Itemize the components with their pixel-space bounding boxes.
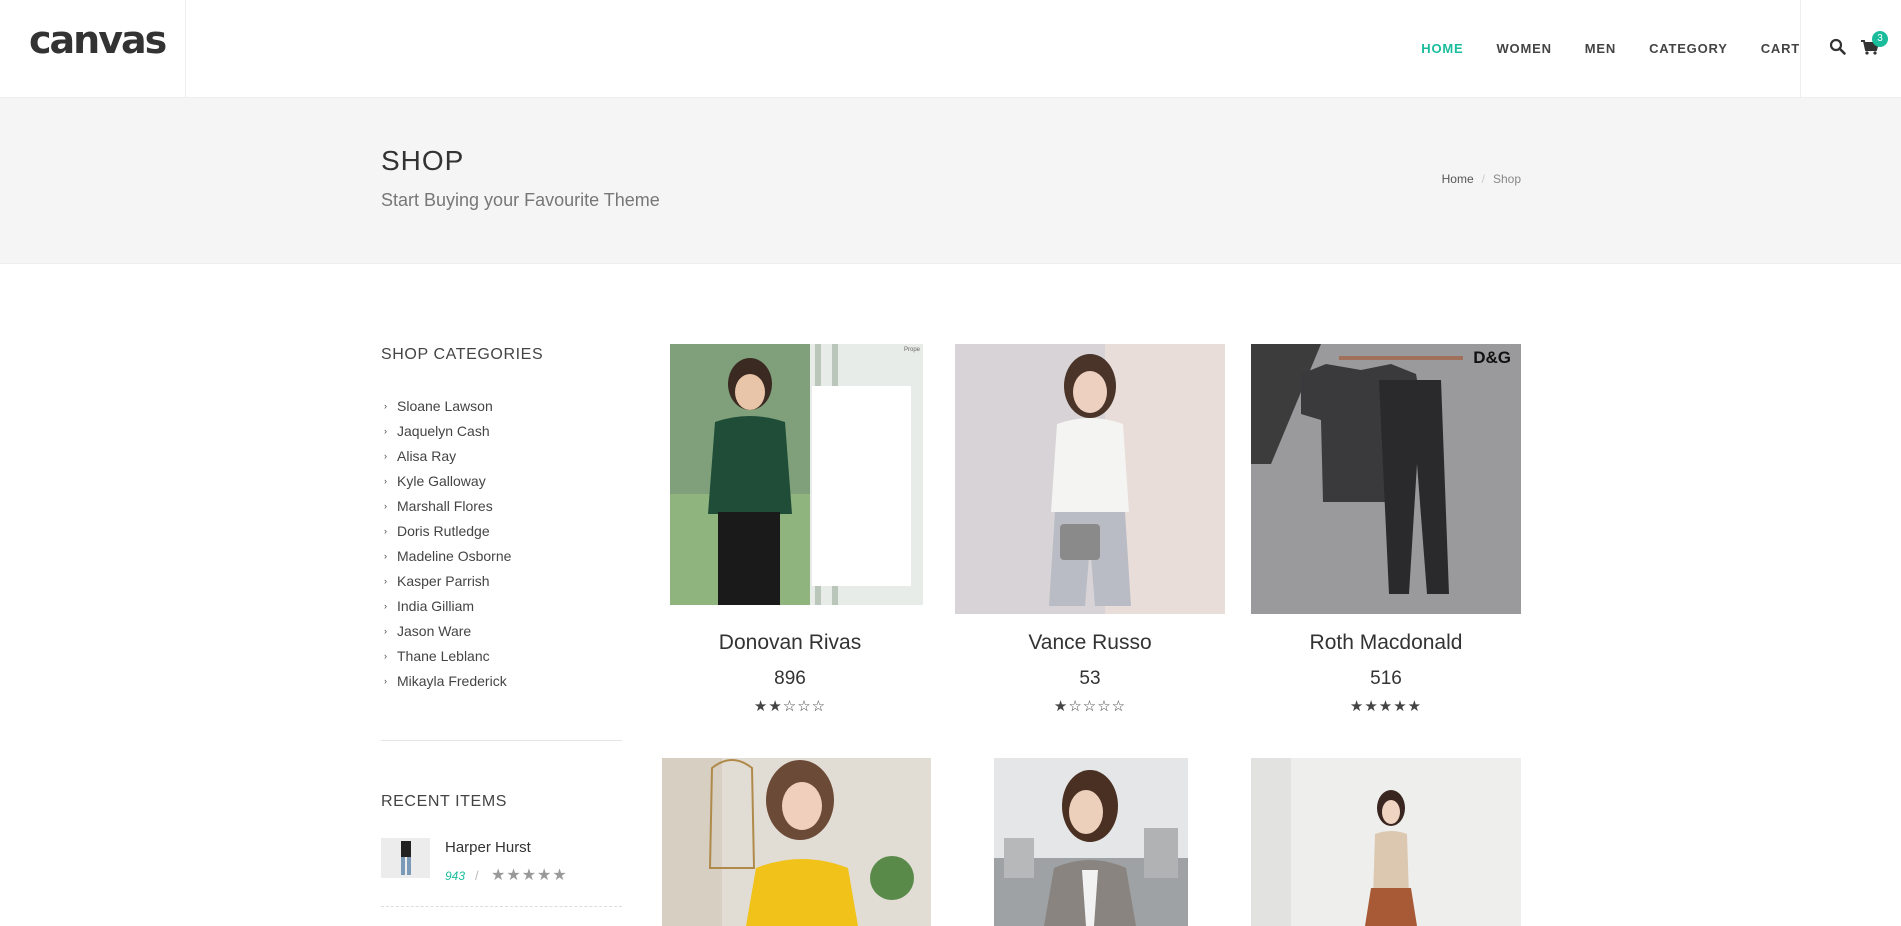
- category-label[interactable]: Thane Leblanc: [397, 648, 490, 664]
- product-rating-stars: ★★★★★: [1349, 698, 1423, 715]
- category-label[interactable]: Sloane Lawson: [397, 398, 493, 414]
- page-title: SHOP: [381, 145, 465, 176]
- chevron-right-icon: ›: [384, 525, 387, 536]
- chevron-right-icon: ›: [384, 650, 387, 661]
- cart-count-badge: 3: [1872, 31, 1888, 47]
- chevron-right-icon: ›: [384, 600, 387, 611]
- recent-item-divider: [381, 906, 622, 907]
- chevron-right-icon: ›: [384, 425, 387, 436]
- recent-item-separator: /: [475, 868, 479, 883]
- nav-men[interactable]: MEN: [1585, 41, 1616, 56]
- category-item[interactable]: › Marshall Flores: [381, 493, 511, 518]
- recent-item-thumbnail[interactable]: [381, 838, 430, 878]
- page-title-section: SHOP Start Buying your Favourite Theme H…: [0, 98, 1901, 264]
- category-label[interactable]: Madeline Osborne: [397, 548, 511, 564]
- breadcrumb-current: Shop: [1492, 172, 1521, 186]
- product-image-label: Prope: [903, 347, 920, 353]
- category-label[interactable]: India Gilliam: [397, 598, 474, 614]
- breadcrumb-home[interactable]: Home: [1442, 172, 1474, 186]
- category-item[interactable]: › Kyle Galloway: [381, 468, 511, 493]
- product-card: [1251, 758, 1521, 926]
- logo[interactable]: canvas: [0, 0, 186, 97]
- nav-category[interactable]: CATEGORY: [1649, 41, 1728, 56]
- recent-item-rating-stars: ★★★★★: [491, 867, 568, 884]
- product-image[interactable]: [994, 758, 1188, 926]
- product-card: [955, 758, 1225, 926]
- product-image[interactable]: D&G: [1251, 344, 1521, 614]
- chevron-right-icon: ›: [384, 575, 387, 586]
- category-label[interactable]: Mikayla Frederick: [397, 673, 507, 689]
- chevron-right-icon: ›: [384, 500, 387, 511]
- shop-categories-title: SHOP CATEGORIES: [381, 346, 544, 363]
- category-label[interactable]: Jaquelyn Cash: [397, 423, 490, 439]
- category-item[interactable]: › Jaquelyn Cash: [381, 418, 511, 443]
- chevron-right-icon: ›: [384, 625, 387, 636]
- category-item[interactable]: › Thane Leblanc: [381, 643, 511, 668]
- product-card: Vance Russo 53 ★☆☆☆☆: [955, 344, 1225, 720]
- product-name[interactable]: Vance Russo: [955, 631, 1225, 655]
- page-subtitle: Start Buying your Favourite Theme: [381, 190, 660, 210]
- header-tools: 3: [1800, 0, 1901, 97]
- category-item[interactable]: › Kasper Parrish: [381, 568, 511, 593]
- category-item[interactable]: › Jason Ware: [381, 618, 511, 643]
- chevron-right-icon: ›: [384, 475, 387, 486]
- category-label[interactable]: Kyle Galloway: [397, 473, 486, 489]
- product-image[interactable]: Prope: [670, 344, 923, 605]
- product-price: 896: [774, 668, 806, 689]
- site-header: canvas HOME WOMEN MEN CATEGORY CART 3: [0, 0, 1901, 98]
- recent-item-name[interactable]: Harper Hurst: [445, 839, 531, 856]
- product-image-label: D&G: [1473, 348, 1511, 367]
- category-item[interactable]: › India Gilliam: [381, 593, 511, 618]
- recent-items-title: RECENT ITEMS: [381, 793, 508, 810]
- category-label[interactable]: Alisa Ray: [397, 448, 456, 464]
- product-image[interactable]: [955, 344, 1225, 614]
- category-item[interactable]: › Alisa Ray: [381, 443, 511, 468]
- product-card: [655, 758, 935, 926]
- sidebar-divider: [381, 740, 622, 741]
- category-label[interactable]: Doris Rutledge: [397, 523, 490, 539]
- chevron-right-icon: ›: [384, 400, 387, 411]
- category-label[interactable]: Marshall Flores: [397, 498, 493, 514]
- nav-women[interactable]: WOMEN: [1496, 41, 1551, 56]
- product-rating-stars: ★☆☆☆☆: [1053, 698, 1127, 715]
- product-price: 53: [1079, 668, 1101, 689]
- chevron-right-icon: ›: [384, 675, 387, 686]
- recent-item-price: 943: [445, 869, 466, 883]
- primary-menu: HOME WOMEN MEN CATEGORY CART: [1388, 0, 1800, 97]
- category-item[interactable]: › Sloane Lawson: [381, 393, 511, 418]
- nav-home[interactable]: HOME: [1421, 41, 1463, 56]
- logo-text[interactable]: canvas: [29, 18, 167, 62]
- recent-item: Harper Hurst 943 / ★★★★★: [381, 838, 622, 908]
- product-rating-stars: ★★☆☆☆: [753, 698, 827, 715]
- breadcrumb: Home / Shop: [1442, 172, 1521, 186]
- nav-cart[interactable]: CART: [1761, 41, 1800, 56]
- category-item[interactable]: › Madeline Osborne: [381, 543, 511, 568]
- product-price: 516: [1370, 668, 1402, 689]
- category-item[interactable]: › Doris Rutledge: [381, 518, 511, 543]
- search-icon[interactable]: [1829, 38, 1847, 56]
- category-label[interactable]: Jason Ware: [397, 623, 471, 639]
- category-label[interactable]: Kasper Parrish: [397, 573, 490, 589]
- chevron-right-icon: ›: [384, 550, 387, 561]
- product-card: Prope Donovan Rivas 896 ★★☆☆☆: [655, 344, 925, 720]
- product-name[interactable]: Donovan Rivas: [655, 631, 925, 655]
- breadcrumb-separator: /: [1481, 172, 1485, 186]
- product-image[interactable]: [1251, 758, 1521, 926]
- product-name[interactable]: Roth Macdonald: [1251, 631, 1521, 655]
- product-card: D&G Roth Macdonald 516 ★★★★★: [1251, 344, 1521, 720]
- category-list: › Sloane Lawson › Jaquelyn Cash › Alisa Ray…: [381, 393, 511, 693]
- product-image[interactable]: [662, 758, 931, 926]
- category-item[interactable]: › Mikayla Frederick: [381, 668, 511, 693]
- chevron-right-icon: ›: [384, 450, 387, 461]
